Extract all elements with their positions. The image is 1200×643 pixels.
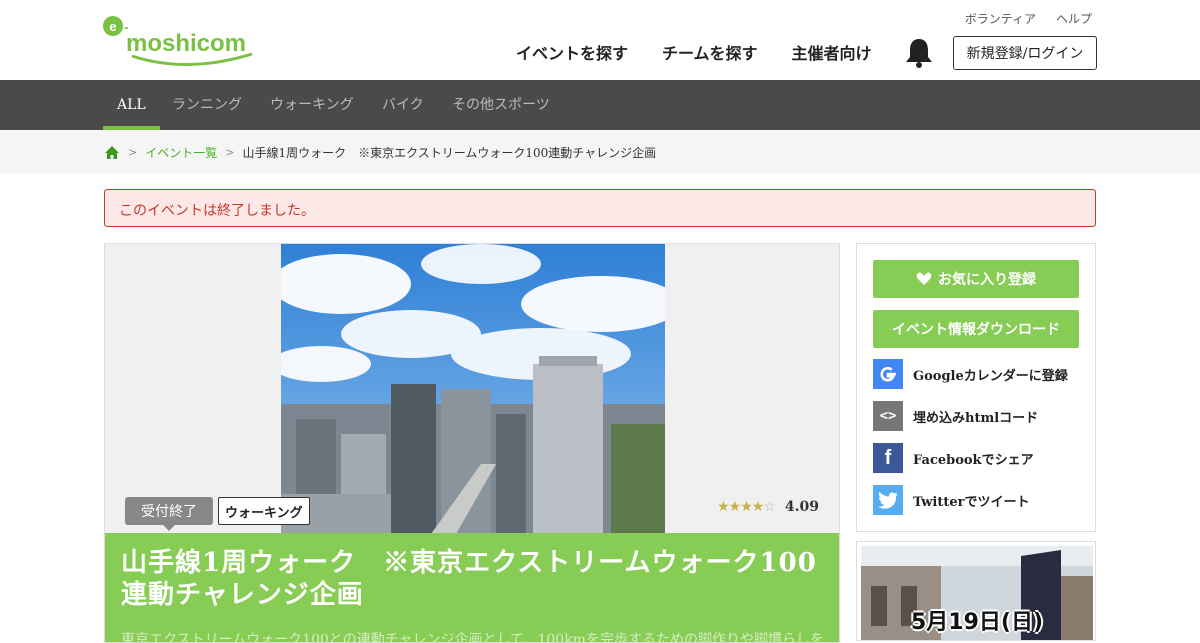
- embed-code-share[interactable]: <> 埋め込みhtmlコード: [873, 401, 1038, 431]
- event-title-band: 山手線1周ウォーク ※東京エクストリームウォーク100連動チャレンジ企画 東京エ…: [105, 533, 839, 643]
- event-actions-sidebar: お気に入り登録 イベント情報ダウンロード Googleカレンダーに登録 <> 埋…: [856, 243, 1096, 532]
- signup-login-button[interactable]: 新規登録/ログイン: [953, 36, 1097, 70]
- event-photo[interactable]: [281, 244, 665, 534]
- tab-running[interactable]: ランニング: [172, 80, 242, 130]
- breadcrumb-current: 山手線1周ウォーク ※東京エクストリームウォーク100連動チャレンジ企画: [242, 146, 657, 160]
- tab-all[interactable]: ALL: [103, 80, 160, 130]
- side-event-photo[interactable]: 5月19日(日): [856, 541, 1096, 641]
- home-icon[interactable]: [104, 145, 120, 160]
- svg-text:e: e: [109, 19, 116, 34]
- breadcrumb-separator: >: [225, 146, 235, 159]
- twitter-icon: [873, 485, 903, 515]
- event-card: 受付終了 ウォーキング ★★★★☆ 4.09 山手線1周ウォーク ※東京エクスト…: [104, 243, 840, 643]
- twitter-share-label: Twitterでツイート: [913, 494, 1030, 510]
- favorite-button[interactable]: お気に入り登録: [873, 260, 1079, 298]
- svg-text:moshicom: moshicom: [126, 30, 246, 57]
- main-nav: イベントを探す チームを探す 主催者向け: [516, 40, 872, 64]
- heart-icon: [916, 272, 932, 285]
- rating-value: 4.09: [784, 499, 819, 515]
- category-tabs: ALL ランニング ウォーキング バイク その他スポーツ: [0, 80, 1200, 130]
- breadcrumb-bar: > イベント一覧 > 山手線1周ウォーク ※東京エクストリームウォーク100連動…: [0, 130, 1200, 173]
- site-header: e - moshicom ボランティア ヘルプ イベントを探す チームを探す 主…: [0, 0, 1200, 80]
- event-title: 山手線1周ウォーク ※東京エクストリームウォーク100連動チャレンジ企画: [121, 548, 817, 610]
- facebook-icon: f: [873, 443, 903, 473]
- utility-links: ボランティア ヘルプ: [965, 10, 1092, 27]
- google-icon: [873, 359, 903, 389]
- google-calendar-share[interactable]: Googleカレンダーに登録: [873, 359, 1068, 389]
- status-badge: 受付終了: [125, 497, 213, 531]
- breadcrumb: > イベント一覧 > 山手線1周ウォーク ※東京エクストリームウォーク100連動…: [104, 144, 656, 161]
- help-link[interactable]: ヘルプ: [1056, 10, 1092, 27]
- embed-code-icon: <>: [873, 401, 903, 431]
- facebook-share[interactable]: f Facebookでシェア: [873, 443, 1034, 473]
- event-description: 東京エクストリームウォーク100との連動チャレンジ企画として、100kmを完歩す…: [121, 632, 825, 643]
- event-ended-alert: このイベントは終了しました。: [104, 189, 1096, 227]
- bell-icon[interactable]: [904, 37, 934, 69]
- favorite-label: お気に入り登録: [938, 272, 1036, 288]
- rating: ★★★★☆ 4.09: [717, 499, 819, 515]
- facebook-share-label: Facebookでシェア: [913, 452, 1034, 468]
- download-info-button[interactable]: イベント情報ダウンロード: [873, 310, 1079, 348]
- nav-find-teams[interactable]: チームを探す: [662, 40, 758, 64]
- breadcrumb-event-list[interactable]: イベント一覧: [145, 144, 217, 161]
- twitter-share[interactable]: Twitterでツイート: [873, 485, 1030, 515]
- event-type-badge[interactable]: ウォーキング: [218, 497, 310, 525]
- tab-walking[interactable]: ウォーキング: [270, 80, 354, 130]
- google-calendar-label: Googleカレンダーに登録: [913, 368, 1068, 384]
- moshicom-logo[interactable]: e - moshicom: [102, 14, 262, 68]
- tab-other-sports[interactable]: その他スポーツ: [452, 80, 550, 130]
- nav-organizers[interactable]: 主催者向け: [792, 40, 872, 64]
- tab-bike[interactable]: バイク: [382, 80, 424, 130]
- volunteer-link[interactable]: ボランティア: [965, 10, 1036, 27]
- side-photo-caption: 5月19日(日): [911, 610, 1044, 635]
- nav-find-events[interactable]: イベントを探す: [516, 40, 628, 64]
- breadcrumb-separator: >: [128, 146, 138, 159]
- embed-code-label: 埋め込みhtmlコード: [913, 410, 1039, 426]
- rating-stars: ★★★★☆: [717, 499, 776, 515]
